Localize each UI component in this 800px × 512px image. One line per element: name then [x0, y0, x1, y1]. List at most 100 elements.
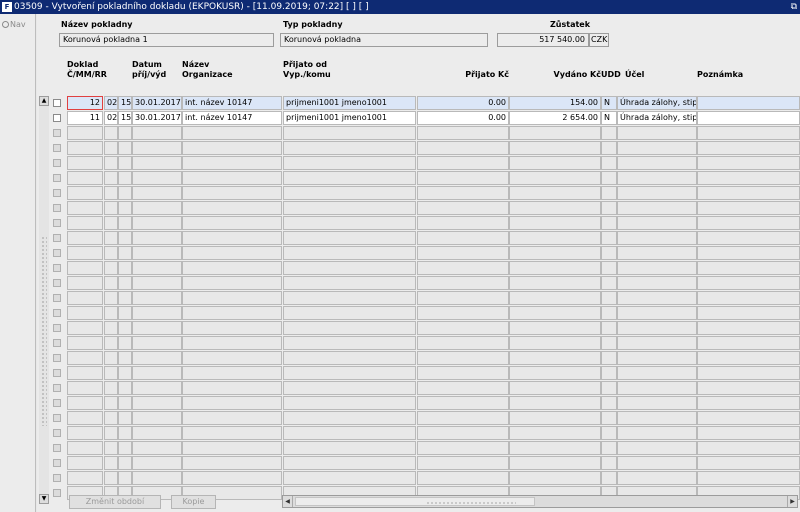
cell-udd[interactable]	[601, 336, 617, 350]
cell-vydano[interactable]	[509, 471, 601, 485]
cashbox-name-field[interactable]: Korunová pokladna 1	[59, 33, 274, 47]
cell-organizace[interactable]	[182, 216, 282, 230]
cell-vydano[interactable]	[509, 156, 601, 170]
cell-organizace[interactable]	[182, 291, 282, 305]
empty-table-row[interactable]	[37, 171, 800, 186]
cell-ucel[interactable]	[617, 276, 697, 290]
cell-cislo[interactable]	[67, 291, 103, 305]
cell-cislo[interactable]	[67, 426, 103, 440]
cell-udd[interactable]	[601, 426, 617, 440]
cell-osoba[interactable]	[283, 426, 416, 440]
cell-mm[interactable]	[104, 276, 118, 290]
cell-vydano[interactable]	[509, 126, 601, 140]
cell-cislo[interactable]	[67, 336, 103, 350]
cell-ucel[interactable]	[617, 201, 697, 215]
empty-table-row[interactable]	[37, 306, 800, 321]
cell-cislo[interactable]	[67, 276, 103, 290]
row-select-checkbox[interactable]	[53, 264, 61, 272]
navigator-tab[interactable]: Nav	[2, 20, 26, 29]
cell-mm[interactable]	[104, 396, 118, 410]
empty-table-row[interactable]	[37, 246, 800, 261]
balance-field[interactable]: 517 540.00	[497, 33, 589, 47]
cell-organizace[interactable]	[182, 246, 282, 260]
cell-osoba[interactable]	[283, 291, 416, 305]
row-select-checkbox[interactable]	[53, 189, 61, 197]
cell-poznamka[interactable]	[697, 186, 800, 200]
cell-ucel[interactable]	[617, 351, 697, 365]
cell-mm[interactable]	[104, 156, 118, 170]
cell-poznamka[interactable]	[697, 396, 800, 410]
cell-datum[interactable]	[132, 351, 182, 365]
cell-mm[interactable]: 02	[104, 111, 118, 125]
cell-cislo[interactable]	[67, 306, 103, 320]
cell-datum[interactable]	[132, 321, 182, 335]
cell-cislo[interactable]	[67, 351, 103, 365]
cell-prijato[interactable]	[417, 366, 509, 380]
cell-vydano[interactable]	[509, 426, 601, 440]
cell-mm[interactable]: 02	[104, 96, 118, 110]
empty-table-row[interactable]	[37, 366, 800, 381]
cell-datum[interactable]: 30.01.2017	[132, 96, 182, 110]
empty-table-row[interactable]	[37, 291, 800, 306]
cell-poznamka[interactable]	[697, 126, 800, 140]
cell-poznamka[interactable]	[697, 471, 800, 485]
empty-table-row[interactable]	[37, 471, 800, 486]
cell-ucel[interactable]	[617, 261, 697, 275]
row-select-checkbox[interactable]	[53, 309, 61, 317]
cell-udd[interactable]	[601, 171, 617, 185]
cell-ucel[interactable]	[617, 336, 697, 350]
cell-ucel[interactable]	[617, 141, 697, 155]
cell-mm[interactable]	[104, 141, 118, 155]
cell-udd[interactable]	[601, 291, 617, 305]
cell-cislo[interactable]	[67, 216, 103, 230]
cell-poznamka[interactable]	[697, 111, 800, 125]
cell-poznamka[interactable]	[697, 366, 800, 380]
cell-osoba[interactable]	[283, 366, 416, 380]
cell-organizace[interactable]	[182, 366, 282, 380]
cell-ucel[interactable]	[617, 411, 697, 425]
cell-vydano[interactable]	[509, 216, 601, 230]
empty-table-row[interactable]	[37, 141, 800, 156]
cell-datum[interactable]	[132, 276, 182, 290]
cell-cislo[interactable]	[67, 231, 103, 245]
cell-prijato[interactable]	[417, 351, 509, 365]
empty-table-row[interactable]	[37, 276, 800, 291]
cell-organizace[interactable]	[182, 141, 282, 155]
cell-udd[interactable]	[601, 351, 617, 365]
cell-rr[interactable]	[118, 126, 132, 140]
cell-datum[interactable]	[132, 156, 182, 170]
cell-rr[interactable]	[118, 366, 132, 380]
cell-rr[interactable]	[118, 216, 132, 230]
cell-rr[interactable]	[118, 441, 132, 455]
cell-mm[interactable]	[104, 291, 118, 305]
cell-cislo[interactable]	[67, 261, 103, 275]
cell-prijato[interactable]	[417, 411, 509, 425]
cell-vydano[interactable]	[509, 276, 601, 290]
cell-udd[interactable]	[601, 156, 617, 170]
cell-organizace[interactable]	[182, 261, 282, 275]
cell-ucel[interactable]	[617, 126, 697, 140]
row-select-checkbox[interactable]	[53, 219, 61, 227]
cell-vydano[interactable]	[509, 381, 601, 395]
cell-organizace[interactable]	[182, 201, 282, 215]
row-select-checkbox[interactable]	[53, 384, 61, 392]
cell-osoba[interactable]	[283, 381, 416, 395]
row-select-checkbox[interactable]	[53, 489, 61, 497]
cell-datum[interactable]	[132, 441, 182, 455]
cell-cislo[interactable]	[67, 366, 103, 380]
row-select-checkbox[interactable]	[53, 159, 61, 167]
cell-cislo[interactable]	[67, 381, 103, 395]
cell-udd[interactable]	[601, 276, 617, 290]
cell-osoba[interactable]	[283, 126, 416, 140]
empty-table-row[interactable]	[37, 126, 800, 141]
cell-osoba[interactable]	[283, 321, 416, 335]
cell-organizace[interactable]	[182, 471, 282, 485]
row-select-checkbox[interactable]	[53, 444, 61, 452]
empty-table-row[interactable]	[37, 381, 800, 396]
cell-mm[interactable]	[104, 321, 118, 335]
row-select-checkbox[interactable]	[53, 114, 61, 122]
cell-osoba[interactable]	[283, 306, 416, 320]
cell-organizace[interactable]	[182, 441, 282, 455]
empty-table-row[interactable]	[37, 261, 800, 276]
cell-udd[interactable]	[601, 126, 617, 140]
